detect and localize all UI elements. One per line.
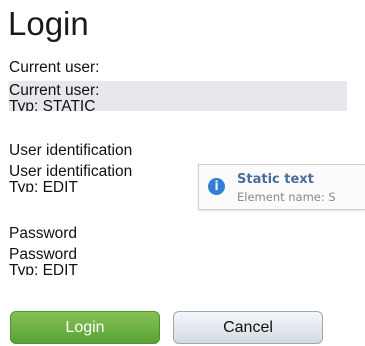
password-field-label: Password bbox=[9, 247, 78, 263]
user-identification-field-type: Typ: EDIT bbox=[9, 179, 78, 193]
tooltip-subtitle: Element name: S bbox=[237, 190, 336, 204]
page-title: Login bbox=[8, 5, 89, 42]
current-user-label: Current user: bbox=[9, 59, 100, 76]
info-icon: i bbox=[208, 178, 225, 195]
current-user-field-type: Typ: STATIC bbox=[9, 98, 96, 112]
password-label: Password bbox=[9, 225, 78, 242]
user-identification-field[interactable]: User identification Typ: EDIT bbox=[9, 164, 209, 192]
cancel-button[interactable]: Cancel bbox=[173, 311, 323, 344]
user-identification-field-label: User identification bbox=[9, 164, 133, 180]
current-user-field-label: Current user: bbox=[9, 82, 100, 99]
login-button[interactable]: Login bbox=[10, 311, 160, 344]
user-identification-label: User identification bbox=[9, 142, 133, 159]
password-field[interactable]: Password Typ: EDIT bbox=[9, 247, 209, 275]
static-text-tooltip: i Static text Element name: S bbox=[198, 164, 365, 210]
tooltip-title: Static text bbox=[237, 172, 314, 187]
password-field-type: Typ: EDIT bbox=[9, 262, 78, 276]
current-user-field: Current user: Typ: STATIC bbox=[9, 81, 347, 111]
